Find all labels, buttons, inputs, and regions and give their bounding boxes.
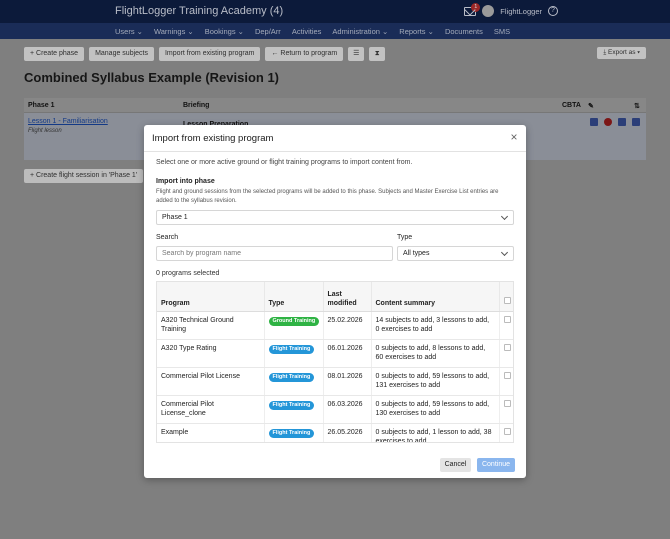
top-right-controls: 1 FlightLogger ? xyxy=(464,2,558,17)
nav-warnings[interactable]: Warnings ⌄ xyxy=(154,27,194,36)
table-row[interactable]: A320 Technical Ground Training Ground Tr… xyxy=(157,311,513,340)
type-select-value: All types xyxy=(403,250,430,257)
user-label[interactable]: FlightLogger xyxy=(500,7,542,16)
nav-bookings[interactable]: Bookings ⌄ xyxy=(205,27,244,36)
program-name: A320 Type Rating xyxy=(157,339,265,368)
modal-title: Import from existing program xyxy=(152,133,274,144)
table-row[interactable]: A320 Type Rating Flight Training 06.01.2… xyxy=(157,339,513,368)
type-badge: Flight Training xyxy=(268,372,315,382)
col-type: Type xyxy=(264,282,324,312)
app-title: FlightLogger Training Academy (4) xyxy=(115,5,284,17)
col-program: Program xyxy=(157,282,265,312)
table-header-row: Program Type Last modified Content summa… xyxy=(157,282,513,312)
row-checkbox[interactable] xyxy=(499,423,513,442)
modal-intro: Select one or more active ground or flig… xyxy=(156,159,413,166)
type-badge: Flight Training xyxy=(268,344,315,354)
col-phase: Phase 1 xyxy=(28,102,55,109)
continue-button[interactable]: Continue xyxy=(477,458,515,472)
manage-subjects-button[interactable]: Manage subjects xyxy=(89,47,154,61)
main-nav: Users ⌄ Warnings ⌄ Bookings ⌄ Dep/Arr Ac… xyxy=(0,23,670,39)
nav-users[interactable]: Users ⌄ xyxy=(115,27,143,36)
last-modified: 06.03.2026 xyxy=(323,395,372,424)
avatar[interactable] xyxy=(482,5,495,17)
lesson-row-actions xyxy=(590,118,640,126)
type-label: Type xyxy=(397,234,413,241)
col-cbta: CBTA xyxy=(562,102,581,109)
import-modal: Import from existing program × Select on… xyxy=(144,125,526,478)
table-row[interactable]: Commercial Pilot License_clone Flight Tr… xyxy=(157,395,513,424)
last-modified: 25.02.2026 xyxy=(323,311,372,340)
edit-icon[interactable] xyxy=(590,118,598,126)
selected-count: 0 programs selected xyxy=(156,270,220,277)
select-all-checkbox[interactable] xyxy=(499,282,513,312)
lesson-type: Flight lesson xyxy=(28,128,62,134)
mail-icon[interactable]: 1 xyxy=(464,2,481,16)
create-flight-session-button[interactable]: + Create flight session in 'Phase 1' xyxy=(24,169,144,183)
search-input[interactable] xyxy=(156,246,393,261)
content-summary: 0 subjects to add, 8 lessons to add, 60 … xyxy=(371,339,500,368)
edit-icon[interactable]: ✎ xyxy=(588,102,594,110)
col-last-modified: Last modified xyxy=(323,282,372,312)
row-checkbox[interactable] xyxy=(499,367,513,396)
content-summary: 0 subjects to add, 1 lesson to add, 38 e… xyxy=(371,423,500,442)
import-existing-button[interactable]: Import from existing program xyxy=(158,47,261,61)
return-program-button[interactable]: ← Return to program xyxy=(265,47,344,61)
chevron-down-icon xyxy=(500,248,509,257)
phase-select-value: Phase 1 xyxy=(162,214,188,221)
hourglass-icon[interactable]: ⧗ xyxy=(369,47,386,61)
col-content-summary: Content summary xyxy=(371,282,500,312)
lesson-row: Lesson 1 - Familiarisation Flight lesson xyxy=(28,118,108,134)
last-modified: 26.05.2026 xyxy=(323,423,372,442)
nav-sms[interactable]: SMS xyxy=(494,27,510,36)
program-name: A320 Technical Ground Training xyxy=(157,311,265,340)
chevron-down-icon xyxy=(500,212,509,221)
content-summary: 14 subjects to add, 3 lessons to add, 0 … xyxy=(371,311,500,340)
type-select[interactable]: All types xyxy=(397,246,514,261)
nav-administration[interactable]: Administration ⌄ xyxy=(332,27,388,36)
top-bar: FlightLogger Training Academy (4) 1 Flig… xyxy=(0,0,670,23)
nav-activities[interactable]: Activities xyxy=(292,27,322,36)
last-modified: 06.01.2026 xyxy=(323,339,372,368)
export-as-button[interactable]: ⤓ Export as ▾ xyxy=(597,47,646,59)
delete-icon[interactable] xyxy=(604,118,612,126)
program-name: Commercial Pilot License_clone xyxy=(157,395,265,424)
copy-icon[interactable] xyxy=(618,118,626,126)
list-icon[interactable]: ☰ xyxy=(348,47,365,61)
sort-icon[interactable]: ⇅ xyxy=(634,102,640,110)
programs-table: Program Type Last modified Content summa… xyxy=(156,281,514,443)
search-label: Search xyxy=(156,234,179,241)
import-into-help: Flight and ground sessions from the sele… xyxy=(156,189,499,204)
last-modified: 08.01.2026 xyxy=(323,367,372,396)
table-row[interactable]: Example Flight Training 26.05.2026 0 sub… xyxy=(157,423,513,442)
content-summary: 0 subjects to add, 59 lessons to add, 13… xyxy=(371,367,500,396)
cancel-button[interactable]: Cancel xyxy=(440,458,471,472)
nav-dep-arr[interactable]: Dep/Arr xyxy=(255,27,281,36)
program-name: Example xyxy=(157,423,265,442)
type-badge: Flight Training xyxy=(268,428,315,438)
program-name: Commercial Pilot License xyxy=(157,367,265,396)
import-into-label: Import into phase xyxy=(156,178,215,185)
content-summary: 0 subjects to add, 59 lessons to add, 13… xyxy=(371,395,500,424)
create-phase-button[interactable]: + Create phase xyxy=(24,47,85,61)
phase-table-header: Phase 1 Briefing CBTA ✎ ⇅ xyxy=(24,98,646,113)
sort-icon[interactable] xyxy=(632,118,640,126)
row-checkbox[interactable] xyxy=(499,339,513,368)
table-row[interactable]: Commercial Pilot License Flight Training… xyxy=(157,367,513,396)
phase-select[interactable]: Phase 1 xyxy=(156,210,514,225)
col-briefing: Briefing xyxy=(183,102,210,109)
row-checkbox[interactable] xyxy=(499,311,513,340)
close-icon[interactable]: × xyxy=(508,131,520,143)
nav-reports[interactable]: Reports ⌄ xyxy=(399,27,434,36)
nav-documents[interactable]: Documents xyxy=(445,27,483,36)
modal-header: Import from existing program × xyxy=(144,125,526,152)
page-toolbar: + Create phase Manage subjects Import fr… xyxy=(24,47,386,61)
lesson-link[interactable]: Lesson 1 - Familiarisation xyxy=(28,118,108,125)
row-checkbox[interactable] xyxy=(499,395,513,424)
page-title: Combined Syllabus Example (Revision 1) xyxy=(24,70,280,85)
help-icon[interactable]: ? xyxy=(548,6,558,16)
mail-badge: 1 xyxy=(471,2,481,12)
type-badge: Flight Training xyxy=(268,400,315,410)
type-badge: Ground Training xyxy=(268,316,320,326)
